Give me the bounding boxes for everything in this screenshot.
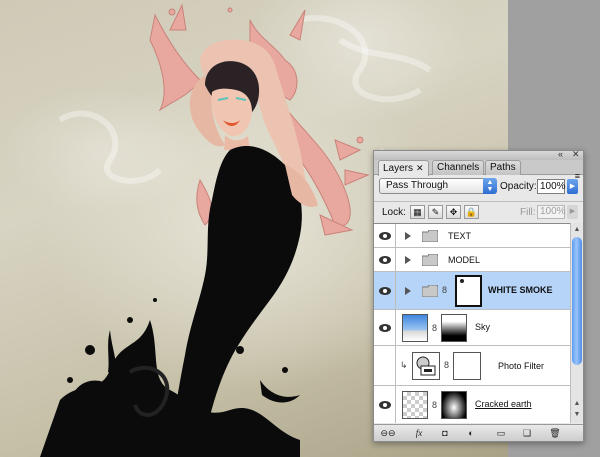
expand-arrow-icon[interactable] xyxy=(405,287,411,295)
opacity-field[interactable]: 100% xyxy=(537,179,566,194)
layers-list[interactable]: TEXT MODEL 8 WHITE SMOKE 8 Sky ↳ 8 Photo… xyxy=(374,223,570,423)
eye-icon xyxy=(379,287,391,295)
tab-label: Paths xyxy=(490,162,516,173)
layer-name: Sky xyxy=(475,322,491,332)
layer-name: MODEL xyxy=(448,255,481,265)
blend-mode-value: Pass Through xyxy=(386,180,449,191)
scroll-thumb[interactable] xyxy=(572,237,582,365)
close-icon[interactable]: ✕ xyxy=(572,149,580,160)
layer-thumbnail[interactable] xyxy=(402,314,428,342)
expand-arrow-icon[interactable] xyxy=(405,256,411,264)
blend-mode-select[interactable]: Pass Through ▲ ▼ xyxy=(379,178,497,194)
double-arrow-icon[interactable]: « xyxy=(558,149,563,160)
lock-transparency-icon[interactable]: ▦ xyxy=(410,205,425,219)
layer-name: TEXT xyxy=(448,231,472,241)
layer-row-white-smoke[interactable]: 8 WHITE SMOKE xyxy=(374,272,570,310)
layers-scrollbar[interactable]: ▲ ▲ ▼ xyxy=(570,223,583,423)
layer-name: Photo Filter xyxy=(498,361,545,371)
add-mask-button[interactable]: ◘ xyxy=(436,427,454,439)
opacity-slider-button[interactable]: ▶ xyxy=(567,179,578,194)
lock-all-icon[interactable]: 🔒 xyxy=(464,205,479,219)
new-layer-button[interactable]: ❑ xyxy=(518,427,536,439)
tab-paths[interactable]: Paths xyxy=(485,160,521,175)
expand-arrow-icon[interactable] xyxy=(405,232,411,240)
adjustment-thumbnail[interactable] xyxy=(412,352,440,380)
blend-row: Pass Through ▲ ▼ Opacity: 100% ▶ xyxy=(374,176,583,198)
visibility-toggle[interactable] xyxy=(374,272,396,309)
panel-tab-row: Layers ✕ Channels Paths ≡ xyxy=(374,160,583,181)
folder-icon xyxy=(422,230,438,242)
lock-row: Lock: ▦ ✎ ✥ 🔒 Fill: 100% ▶ xyxy=(374,201,583,221)
visibility-toggle[interactable] xyxy=(374,248,396,271)
visibility-toggle[interactable] xyxy=(374,310,396,345)
link-icon[interactable]: 8 xyxy=(444,360,449,370)
tab-label: Channels xyxy=(437,162,480,173)
layer-mask-thumbnail[interactable] xyxy=(441,314,467,342)
scroll-down-icon[interactable]: ▼ xyxy=(572,410,582,420)
eye-icon xyxy=(379,324,391,332)
link-layers-button[interactable]: ⊖⊖ xyxy=(379,427,397,439)
adjustment-layer-button[interactable]: ◐ xyxy=(462,427,480,439)
layer-mask-thumbnail[interactable] xyxy=(455,275,482,307)
visibility-toggle[interactable] xyxy=(374,386,396,423)
folder-icon xyxy=(422,285,438,297)
photo-filter-icon xyxy=(416,356,436,376)
eye-icon xyxy=(379,256,391,264)
tab-layers[interactable]: Layers ✕ xyxy=(378,160,429,176)
lock-position-icon[interactable]: ✥ xyxy=(446,205,461,219)
fill-field[interactable]: 100% xyxy=(537,205,566,219)
trash-button[interactable]: 🗑 xyxy=(546,427,564,439)
link-icon[interactable]: 8 xyxy=(432,323,437,333)
layer-row-model[interactable]: MODEL xyxy=(374,248,570,272)
layer-row-sky[interactable]: 8 Sky xyxy=(374,310,570,346)
fill-label: Fill: xyxy=(520,207,536,218)
close-icon[interactable]: ✕ xyxy=(416,163,424,173)
layer-mask-thumbnail[interactable] xyxy=(441,391,467,419)
layer-name: Cracked earth xyxy=(475,399,532,409)
layer-row-photo-filter[interactable]: ↳ 8 Photo Filter xyxy=(374,346,570,386)
eye-icon xyxy=(379,232,391,240)
tab-label: Layers xyxy=(383,163,414,174)
layer-mask-thumbnail[interactable] xyxy=(453,352,481,380)
layer-row-cracked-earth[interactable]: 8 Cracked earth xyxy=(374,386,570,423)
fill-slider-button[interactable]: ▶ xyxy=(567,205,578,219)
layer-thumbnail[interactable] xyxy=(402,391,428,419)
link-icon[interactable]: 8 xyxy=(432,400,437,410)
layer-name: WHITE SMOKE xyxy=(488,285,553,295)
opacity-label: Opacity: xyxy=(500,181,537,192)
folder-icon xyxy=(422,254,438,266)
eye-icon xyxy=(379,401,391,409)
visibility-toggle xyxy=(374,346,396,385)
link-icon[interactable]: 8 xyxy=(442,285,447,295)
fx-button[interactable]: fx xyxy=(410,427,428,439)
new-group-button[interactable]: ▭ xyxy=(492,427,510,439)
lock-label: Lock: xyxy=(382,207,406,218)
visibility-toggle[interactable] xyxy=(374,224,396,247)
layers-bottom-bar: ⊖⊖ fx ◘ ◐ ▭ ❑ 🗑 xyxy=(374,424,583,441)
scroll-up-icon[interactable]: ▲ xyxy=(572,399,582,409)
layers-panel[interactable]: « ✕ Layers ✕ Channels Paths ≡ Pass Throug… xyxy=(373,149,584,442)
panel-titlebar[interactable]: « ✕ xyxy=(374,149,583,160)
scroll-up-icon[interactable]: ▲ xyxy=(572,225,582,235)
chevron-updown-icon: ▲ ▼ xyxy=(483,178,497,194)
clip-arrow-icon: ↳ xyxy=(400,360,408,370)
layer-row-text[interactable]: TEXT xyxy=(374,224,570,248)
lock-pixels-icon[interactable]: ✎ xyxy=(428,205,443,219)
tab-channels[interactable]: Channels xyxy=(432,160,485,175)
